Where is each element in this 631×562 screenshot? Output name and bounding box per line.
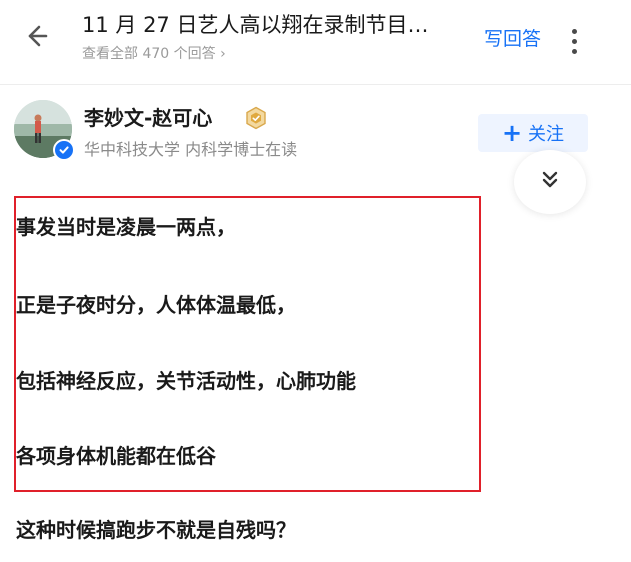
verified-check-icon: [53, 139, 75, 161]
answer-page: 11 月 27 日艺人高以翔在录制节目… 查看全部 470 个回答 › 写回答: [0, 0, 631, 562]
top-bar: 11 月 27 日艺人高以翔在录制节目… 查看全部 470 个回答 › 写回答: [0, 0, 631, 85]
level-badge-icon: [244, 106, 268, 130]
all-answers-link[interactable]: 查看全部 470 个回答 ›: [82, 44, 226, 64]
question-title[interactable]: 11 月 27 日艺人高以翔在录制节目…: [82, 10, 478, 40]
chevron-double-down-icon: [539, 169, 561, 195]
answer-paragraph: 包括神经反应，关节活动性，心肺功能: [16, 369, 356, 393]
more-vertical-icon: [571, 28, 577, 54]
collapse-button[interactable]: [514, 150, 586, 214]
write-answer-button[interactable]: 写回答: [484, 25, 541, 53]
author-description: 华中科技大学 内科学博士在读: [84, 140, 298, 159]
answer-paragraph: 正是子夜时分，人体体温最低，: [16, 293, 296, 317]
arrow-left-icon: [22, 22, 50, 54]
avatar[interactable]: [14, 100, 75, 161]
more-options-button[interactable]: [562, 22, 586, 60]
plus-icon: +: [501, 119, 523, 147]
answer-paragraph: 这种时候搞跑步不就是自残吗？: [16, 518, 296, 542]
answer-paragraph: 事发当时是凌晨一两点，: [16, 215, 236, 239]
author-name[interactable]: 李妙文-赵可心: [84, 104, 212, 132]
follow-button[interactable]: + 关注: [478, 114, 588, 152]
answer-paragraph: 各项身体机能都在低谷: [16, 444, 216, 468]
follow-label: 关注: [528, 124, 565, 145]
back-button[interactable]: [16, 18, 56, 58]
